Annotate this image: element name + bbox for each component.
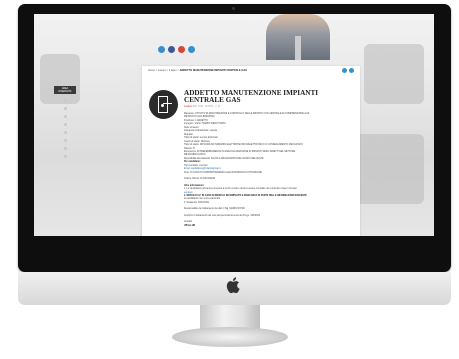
job-meta: scaduto RIF. COD. 11/7879 - n. rif. <box>184 105 221 108</box>
side-menu-dot[interactable] <box>63 107 67 110</box>
facebook-icon[interactable] <box>168 46 175 53</box>
side-menu-dot[interactable] <box>63 139 67 142</box>
background-person <box>266 14 330 60</box>
share-facebook-icon[interactable] <box>349 68 354 73</box>
google-plus-icon[interactable] <box>178 46 185 53</box>
side-menu-dot[interactable] <box>63 147 67 150</box>
side-menu-dot[interactable] <box>63 131 67 134</box>
side-menu-dot[interactable] <box>63 123 67 126</box>
share-icon[interactable] <box>188 46 195 53</box>
breadcrumb-home[interactable]: Home <box>148 69 155 72</box>
social-links <box>158 46 195 53</box>
signature: Ufficio HR <box>184 224 196 227</box>
screen: AREA RISERVATA Home > Lavora > Il team >… <box>34 14 434 236</box>
page-share <box>342 68 354 73</box>
job-description: Mansione: ATTIVITA' DI MANUTENZIONE E CO… <box>184 113 356 228</box>
share-twitter-icon[interactable] <box>342 68 347 73</box>
job-page: Home > Lavora > Il team > ADDETTO MANUTE… <box>142 66 360 236</box>
job-code: RIF. COD. 11/7879 - n. rif. <box>193 105 221 108</box>
job-title: ADDETTO MANUTENZIONE IMPIANTI CENTRALE G… <box>184 89 319 104</box>
monitor-foot <box>172 327 288 347</box>
apple-logo-icon <box>226 277 240 294</box>
twitter-icon[interactable] <box>158 46 165 53</box>
exit-door-icon <box>149 90 178 119</box>
side-menu-dot[interactable] <box>63 115 67 118</box>
breadcrumb-current: ADDETTO MANUTENZIONE IMPIANTI CENTRALE G… <box>179 69 247 72</box>
side-menu-dot[interactable] <box>63 155 67 158</box>
side-menu-dot[interactable] <box>63 99 67 102</box>
breadcrumb: Home > Lavora > Il team > ADDETTO MANUTE… <box>148 69 247 72</box>
job-status: scaduto <box>184 105 193 108</box>
side-menu: AREA RISERVATA <box>54 86 76 158</box>
breadcrumb-jobs[interactable]: Lavora <box>158 69 166 72</box>
background-chair <box>364 44 424 104</box>
side-menu-title[interactable]: AREA RISERVATA <box>54 86 76 94</box>
breadcrumb-area[interactable]: Il team <box>169 69 177 72</box>
monitor-chin <box>18 272 451 305</box>
camera <box>232 7 235 10</box>
imac-monitor: AREA RISERVATA Home > Lavora > Il team >… <box>18 4 451 272</box>
